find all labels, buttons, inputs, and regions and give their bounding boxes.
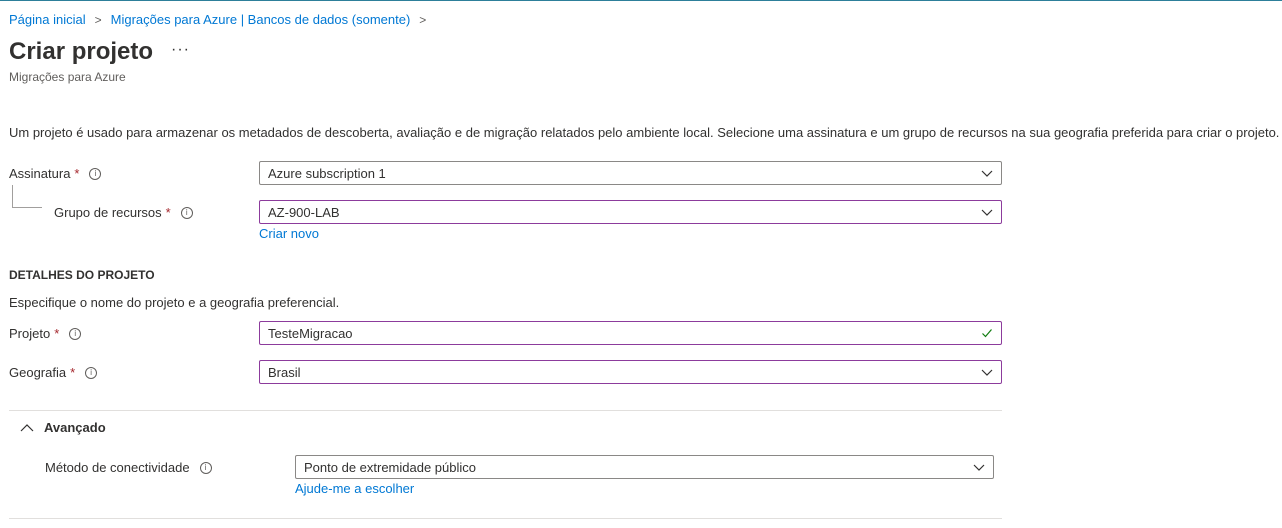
chevron-down-icon	[981, 170, 993, 177]
info-icon[interactable]: i	[199, 461, 212, 474]
advanced-toggle[interactable]: Avançado	[20, 420, 106, 435]
breadcrumb-separator-icon: >	[94, 12, 102, 27]
chevron-down-icon	[973, 464, 985, 471]
connectivity-select[interactable]: Ponto de extremidade público	[295, 455, 994, 479]
info-icon[interactable]: i	[69, 327, 82, 340]
info-icon[interactable]: i	[89, 167, 102, 180]
geography-select[interactable]: Brasil	[259, 360, 1002, 384]
project-name-value: TesteMigracao	[268, 325, 353, 341]
geography-label-text: Geografia	[9, 365, 67, 380]
project-label-text: Projeto	[9, 326, 51, 341]
breadcrumb: Página inicial > Migrações para Azure | …	[9, 12, 435, 27]
geography-label: Geografia * i	[9, 365, 98, 380]
required-marker: *	[70, 365, 76, 380]
geography-value: Brasil	[268, 364, 301, 380]
section-divider	[9, 518, 1002, 519]
info-icon[interactable]: i	[180, 206, 193, 219]
section-divider	[9, 410, 1002, 411]
project-label: Projeto * i	[9, 326, 82, 341]
subscription-label: Assinatura * i	[9, 166, 102, 181]
create-new-link[interactable]: Criar novo	[259, 226, 319, 241]
info-icon[interactable]: i	[85, 366, 98, 379]
required-marker: *	[54, 326, 60, 341]
required-marker: *	[165, 205, 171, 220]
page-subtitle: Migrações para Azure	[9, 70, 126, 84]
connectivity-label-text: Método de conectividade	[45, 460, 190, 475]
subscription-select[interactable]: Azure subscription 1	[259, 161, 1002, 185]
resource-group-value: AZ-900-LAB	[268, 204, 340, 220]
subscription-value: Azure subscription 1	[268, 165, 386, 181]
checkmark-icon	[982, 329, 992, 338]
advanced-heading: Avançado	[44, 420, 106, 435]
subscription-label-text: Assinatura	[9, 166, 71, 181]
project-details-heading: DETALHES DO PROJETO	[9, 268, 155, 282]
breadcrumb-migrations-link[interactable]: Migrações para Azure | Bancos de dados (…	[111, 12, 411, 27]
project-details-description: Especifique o nome do projeto e a geogra…	[9, 295, 340, 310]
help-choose-link[interactable]: Ajude-me a escolher	[295, 481, 414, 496]
resource-group-select[interactable]: AZ-900-LAB	[259, 200, 1002, 224]
project-name-input[interactable]: TesteMigracao	[259, 321, 1002, 345]
connectivity-value: Ponto de extremidade público	[304, 459, 477, 475]
breadcrumb-home-link[interactable]: Página inicial	[9, 12, 86, 27]
page-description: Um projeto é usado para armazenar os met…	[9, 125, 1280, 140]
chevron-down-icon	[981, 369, 993, 376]
page-title: Criar projeto	[9, 38, 154, 65]
more-options-icon[interactable]: ···	[171, 41, 190, 59]
breadcrumb-separator-icon: >	[419, 12, 427, 27]
tree-connector-line	[12, 185, 13, 207]
chevron-up-icon	[20, 423, 34, 431]
chevron-down-icon	[981, 209, 993, 216]
tree-connector-line	[12, 207, 42, 208]
connectivity-label: Método de conectividade i	[45, 460, 212, 475]
required-marker: *	[74, 166, 80, 181]
resource-group-label: Grupo de recursos * i	[54, 205, 193, 220]
resource-group-label-text: Grupo de recursos	[54, 205, 162, 220]
